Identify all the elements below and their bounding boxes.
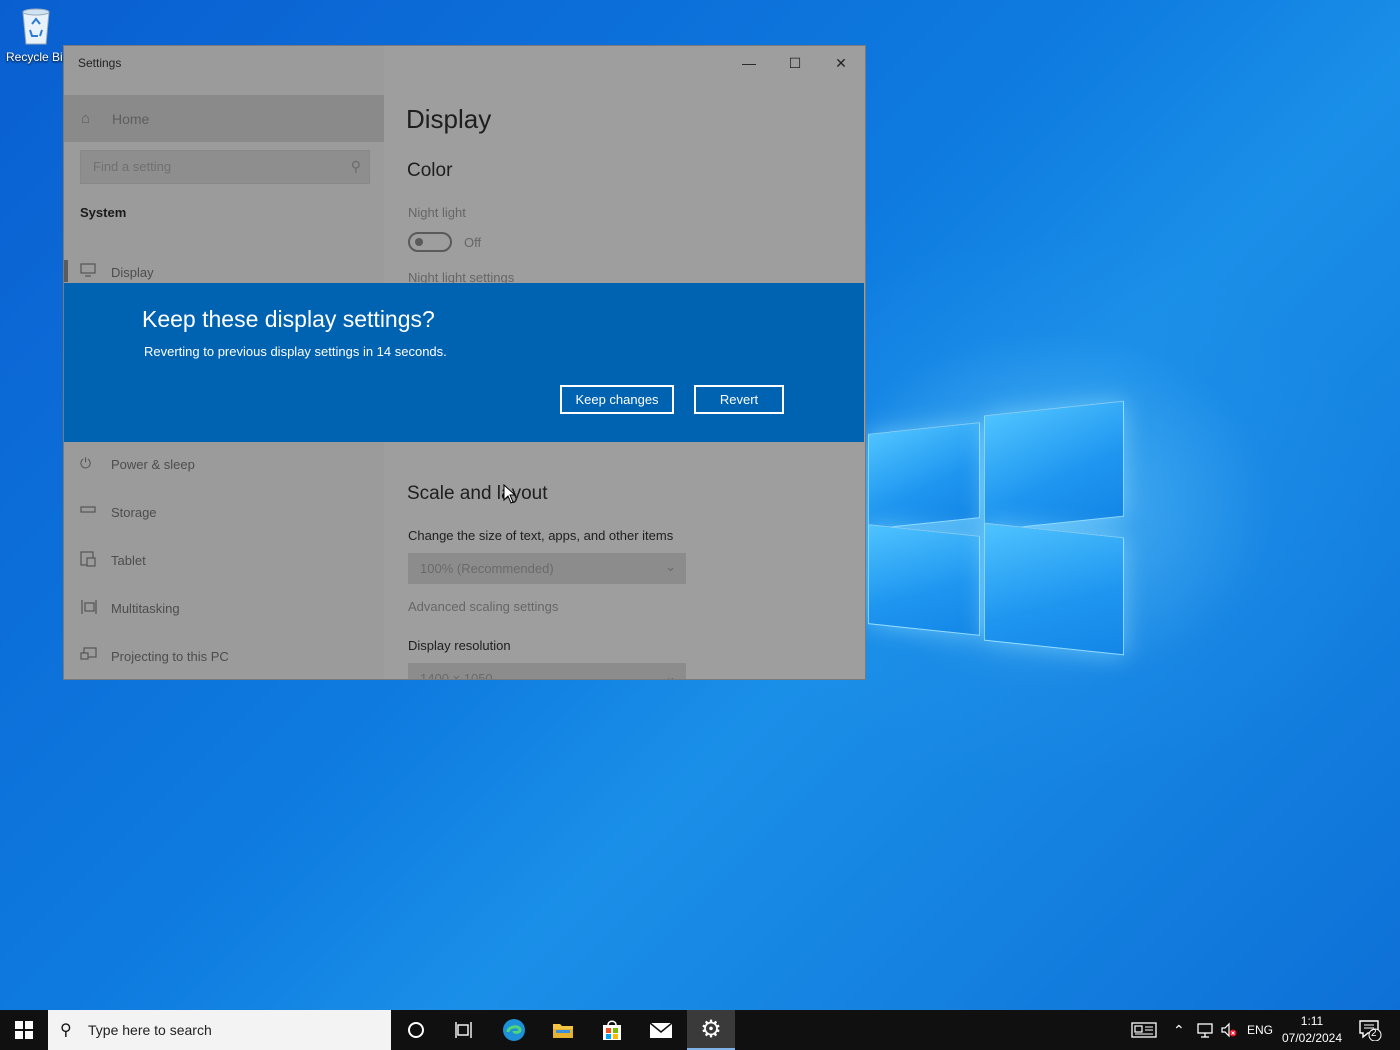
mouse-cursor-icon xyxy=(503,483,517,509)
clock-time: 1:11 xyxy=(1300,1014,1324,1028)
close-button[interactable]: ✕ xyxy=(818,46,864,80)
power-icon: ⏻ xyxy=(80,455,92,471)
news-widget-button[interactable] xyxy=(1131,1010,1157,1050)
task-view-button[interactable] xyxy=(440,1010,488,1050)
home-icon: ⌂ xyxy=(81,110,91,127)
notification-icon xyxy=(1359,1020,1382,1041)
title-bar[interactable]: Settings — ☐ ✕ xyxy=(64,46,865,80)
dialog-message: Reverting to previous display settings i… xyxy=(144,344,447,359)
page-title: Display xyxy=(406,104,492,134)
color-section-header: Color xyxy=(407,160,453,181)
taskbar: ⚲ Type here to search ⚙ ⌃ ENG 1:11 07/02… xyxy=(0,1010,1400,1050)
find-setting-input[interactable]: Find a setting ⚲ xyxy=(80,150,370,184)
minimize-button[interactable]: — xyxy=(726,46,772,80)
chevron-down-icon: ⌄ xyxy=(665,559,676,574)
windows-start-icon xyxy=(15,1021,33,1039)
projecting-icon xyxy=(80,647,98,666)
recycle-bin-shortcut[interactable]: Recycle Bin xyxy=(6,6,70,64)
language-indicator[interactable]: ENG xyxy=(1247,1010,1273,1050)
storage-icon xyxy=(80,503,98,520)
keep-display-settings-dialog: Keep these display settings? Reverting t… xyxy=(64,283,864,442)
search-icon: ⚲ xyxy=(60,1022,72,1039)
cortana-button[interactable] xyxy=(392,1010,440,1050)
task-view-icon xyxy=(455,1022,472,1038)
settings-taskbar-button[interactable]: ⚙ xyxy=(687,1010,735,1050)
clock[interactable]: 1:11 07/02/2024 xyxy=(1276,1013,1348,1047)
cortana-icon xyxy=(408,1022,424,1038)
system-section-header: System xyxy=(80,205,127,220)
dialog-title: Keep these display settings? xyxy=(142,306,435,332)
maximize-icon: ☐ xyxy=(788,54,802,71)
home-label: Home xyxy=(112,111,150,127)
mail-button[interactable] xyxy=(637,1010,685,1050)
gear-icon: ⚙ xyxy=(700,1015,722,1043)
taskbar-search-box[interactable]: ⚲ Type here to search xyxy=(48,1010,391,1050)
notification-count-badge: 2 xyxy=(1371,1028,1377,1039)
file-explorer-button[interactable] xyxy=(539,1010,587,1050)
scale-layout-header: Scale and layout xyxy=(407,483,548,504)
selected-indicator xyxy=(64,260,68,282)
night-light-state: Off xyxy=(464,235,482,250)
window-title: Settings xyxy=(78,56,122,70)
keep-changes-button[interactable]: Keep changes xyxy=(560,385,674,414)
news-icon xyxy=(1131,1022,1157,1038)
tablet-icon xyxy=(80,551,98,570)
night-light-label: Night light xyxy=(408,205,466,220)
scale-value: 100% (Recommended) xyxy=(420,561,554,576)
close-icon: ✕ xyxy=(835,54,847,71)
night-light-toggle[interactable] xyxy=(408,232,452,252)
edge-icon xyxy=(503,1019,525,1041)
advanced-scaling-link[interactable]: Advanced scaling settings xyxy=(408,599,558,614)
scale-label: Change the size of text, apps, and other… xyxy=(408,528,674,543)
resolution-dropdown[interactable]: 1400 × 1050 ⌄ xyxy=(408,663,686,680)
recycle-bin-icon xyxy=(18,6,54,46)
folder-icon xyxy=(553,1024,573,1038)
monitor-icon xyxy=(80,263,98,280)
edge-button[interactable] xyxy=(490,1010,538,1050)
multitasking-icon xyxy=(80,599,98,618)
scale-dropdown[interactable]: 100% (Recommended) ⌄ xyxy=(408,553,686,584)
start-button[interactable] xyxy=(0,1010,48,1050)
maximize-button[interactable]: ☐ xyxy=(772,46,818,80)
network-icon[interactable] xyxy=(1196,1010,1214,1050)
find-setting-placeholder: Find a setting xyxy=(93,159,172,174)
revert-button[interactable]: Revert xyxy=(694,385,784,414)
mail-icon xyxy=(649,1022,673,1038)
chevron-up-icon[interactable]: ⌃ xyxy=(1173,1010,1185,1050)
sidebar-item-home[interactable]: ⌂ Home xyxy=(64,95,384,142)
clock-date: 07/02/2024 xyxy=(1281,1031,1343,1045)
resolution-value: 1400 × 1050 xyxy=(420,671,493,680)
store-button[interactable] xyxy=(588,1010,636,1050)
action-center-button[interactable]: 2 xyxy=(1358,1010,1382,1050)
taskbar-search-placeholder: Type here to search xyxy=(88,1022,212,1038)
resolution-label: Display resolution xyxy=(408,638,511,653)
volume-muted-icon[interactable] xyxy=(1220,1010,1238,1050)
minimize-icon: — xyxy=(742,55,756,71)
chevron-down-icon: ⌄ xyxy=(665,669,676,680)
store-icon xyxy=(603,1020,621,1040)
recycle-bin-label: Recycle Bin xyxy=(6,50,70,64)
search-icon: ⚲ xyxy=(350,158,361,174)
